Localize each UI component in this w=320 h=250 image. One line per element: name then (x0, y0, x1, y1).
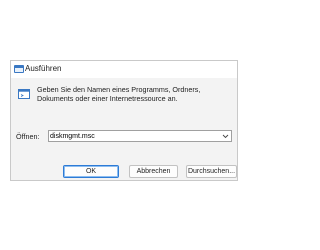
open-label: Öffnen: (16, 132, 40, 141)
cancel-button[interactable]: Abbrechen (129, 165, 178, 178)
browse-button[interactable]: Durchsuchen... (186, 165, 237, 178)
run-dialog: Ausführen Geben Sie den Namen eines Prog… (10, 60, 238, 181)
screen-background: Ausführen Geben Sie den Namen eines Prog… (0, 0, 250, 250)
run-window-icon (18, 89, 30, 99)
chevron-down-icon[interactable] (222, 133, 229, 139)
window-title: Ausführen (25, 64, 62, 73)
command-input-value[interactable]: diskmgmt.msc (50, 132, 95, 141)
ok-button[interactable]: OK (63, 165, 119, 178)
command-input[interactable]: diskmgmt.msc (48, 130, 232, 142)
run-window-icon (14, 65, 24, 73)
dialog-message: Geben Sie den Namen eines Programms, Ord… (37, 85, 201, 104)
title-bar[interactable]: Ausführen (11, 61, 237, 78)
